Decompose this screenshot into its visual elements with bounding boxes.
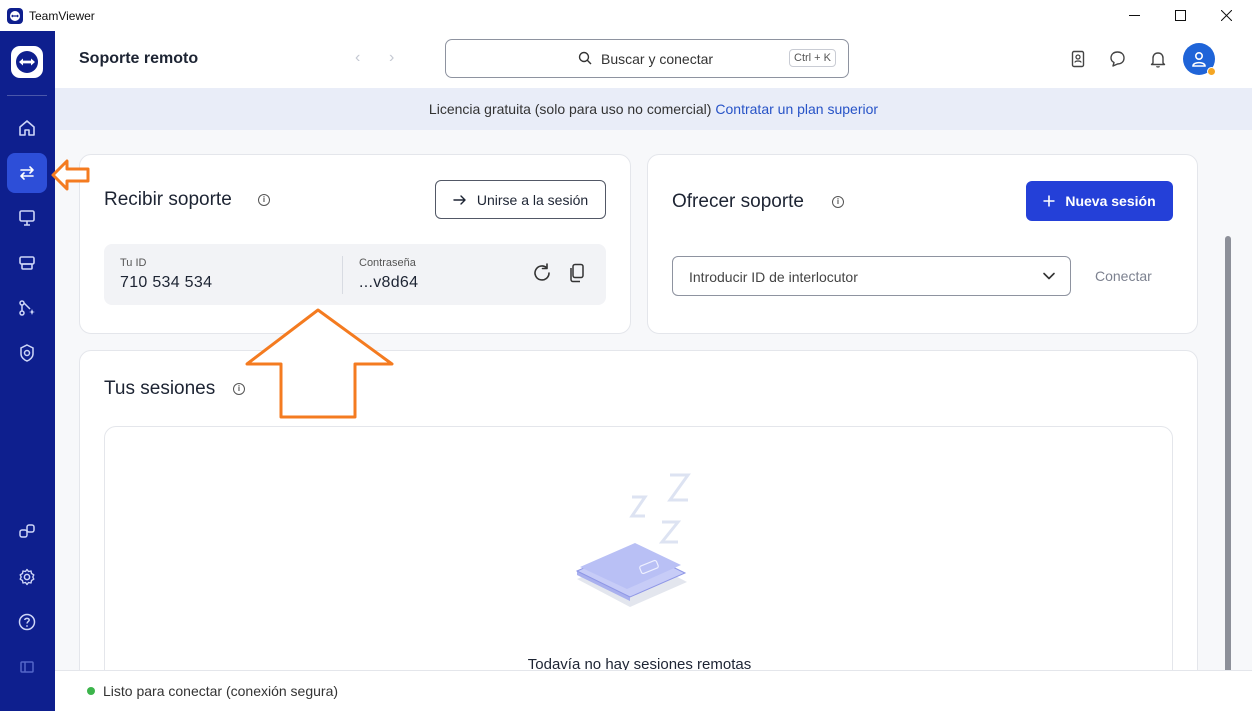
sidebar-item-remote-support[interactable] xyxy=(7,153,47,193)
search-icon xyxy=(578,51,592,65)
sidebar-item-security[interactable] xyxy=(7,333,47,373)
sidebar xyxy=(0,31,55,711)
security-gear-icon xyxy=(20,344,34,362)
swap-arrows-icon xyxy=(20,166,34,180)
content-area: Recibir soporte i Unirse a la sesión Tu … xyxy=(55,130,1252,690)
scrollbar[interactable] xyxy=(1225,236,1231,676)
sidebar-collapse-button[interactable] xyxy=(7,647,47,687)
password-label: Contraseña xyxy=(359,257,416,269)
status-badge xyxy=(1207,67,1216,76)
close-icon xyxy=(1220,10,1232,21)
sidebar-item-remote-access[interactable] xyxy=(7,198,47,238)
offer-support-title: Ofrecer soporte xyxy=(672,191,804,212)
connect-button[interactable]: Conectar xyxy=(1095,268,1152,284)
annotation-arrow-left-icon xyxy=(51,159,90,191)
join-session-label: Unirse a la sesión xyxy=(476,191,589,208)
join-session-button[interactable]: Unirse a la sesión xyxy=(435,180,606,219)
empty-sessions-panel: Todavía no hay sesiones remotas xyxy=(104,426,1173,686)
search-input[interactable]: Buscar y conectar Ctrl + K xyxy=(445,39,849,78)
connection-status-dot xyxy=(87,687,95,695)
id-label: Tu ID xyxy=(120,257,147,269)
user-icon xyxy=(1192,51,1206,67)
forward-arrow-icon[interactable]: › xyxy=(389,49,394,67)
offer-support-card: Ofrecer soporte i Nueva sesión Introduci… xyxy=(647,154,1198,334)
sidebar-divider xyxy=(7,95,47,96)
maximize-icon xyxy=(1174,10,1186,21)
new-session-button[interactable]: Nueva sesión xyxy=(1026,181,1173,221)
status-bar: Listo para conectar (conexión segura) xyxy=(55,670,1252,711)
contacts-book-icon[interactable] xyxy=(1068,49,1088,69)
home-icon xyxy=(19,120,35,136)
back-arrow-icon[interactable]: ‹ xyxy=(355,49,360,67)
collapse-panel-icon xyxy=(20,661,34,673)
password-value[interactable]: ...v8d64 xyxy=(359,274,418,292)
info-icon[interactable]: i xyxy=(832,196,844,208)
title-bar: TeamViewer xyxy=(0,0,1252,31)
page-title: Soporte remoto xyxy=(79,50,199,67)
minimize-button[interactable] xyxy=(1111,0,1157,31)
close-button[interactable] xyxy=(1203,0,1249,31)
minimize-icon xyxy=(1128,15,1140,16)
sidebar-item-settings[interactable] xyxy=(7,557,47,597)
chat-icon[interactable] xyxy=(1108,49,1128,69)
monitor-icon xyxy=(19,210,35,226)
license-banner: Licencia gratuita (solo para uso no come… xyxy=(55,88,1252,130)
sidebar-item-devices[interactable] xyxy=(7,243,47,283)
license-text: Licencia gratuita (solo para uso no come… xyxy=(428,101,712,117)
help-icon xyxy=(18,613,36,631)
gear-icon xyxy=(19,568,35,586)
status-text: Listo para conectar (conexión segura) xyxy=(103,683,339,699)
sleeping-laptop-illustration xyxy=(575,473,691,607)
arrow-right-icon xyxy=(453,194,466,205)
devices-icon xyxy=(19,256,35,270)
bell-icon[interactable] xyxy=(1148,49,1168,69)
main-panel: Soporte remoto ‹ › Buscar y conectar Ctr… xyxy=(55,31,1252,711)
copy-icon[interactable] xyxy=(567,262,587,284)
annotation-arrow-up-icon xyxy=(245,308,394,419)
window-title: TeamViewer xyxy=(29,8,95,23)
partner-id-placeholder: Introducir ID de interlocutor xyxy=(689,269,858,285)
search-shortcut: Ctrl + K xyxy=(789,49,836,67)
teamviewer-logo-icon xyxy=(16,51,38,73)
sidebar-item-integrations[interactable] xyxy=(7,511,47,551)
id-divider xyxy=(342,256,343,294)
info-icon[interactable]: i xyxy=(258,194,270,206)
search-label: Buscar y conectar xyxy=(601,51,714,67)
header: Soporte remoto ‹ › Buscar y conectar Ctr… xyxy=(55,31,1252,88)
plus-icon xyxy=(1043,195,1055,207)
teamviewer-logo-icon xyxy=(7,7,23,24)
id-value[interactable]: 710 534 534 xyxy=(120,274,212,292)
teamviewer-home-logo[interactable] xyxy=(11,46,43,78)
sessions-title: Tus sesiones xyxy=(104,378,216,399)
id-password-box: Tu ID 710 534 534 Contraseña ...v8d64 xyxy=(104,244,606,305)
receive-support-title: Recibir soporte xyxy=(104,189,232,210)
link-icon xyxy=(19,524,35,538)
upgrade-plan-link[interactable]: Contratar un plan superior xyxy=(715,101,878,117)
partner-id-dropdown[interactable]: Introducir ID de interlocutor xyxy=(672,256,1071,296)
maximize-button[interactable] xyxy=(1157,0,1203,31)
chevron-down-icon xyxy=(1043,272,1055,280)
new-session-label: Nueva sesión xyxy=(1065,193,1156,209)
magic-workflow-icon xyxy=(19,300,35,316)
refresh-icon[interactable] xyxy=(531,262,553,284)
sidebar-item-workflows[interactable] xyxy=(7,288,47,328)
sidebar-item-home[interactable] xyxy=(7,108,47,148)
sidebar-item-help[interactable] xyxy=(7,602,47,642)
